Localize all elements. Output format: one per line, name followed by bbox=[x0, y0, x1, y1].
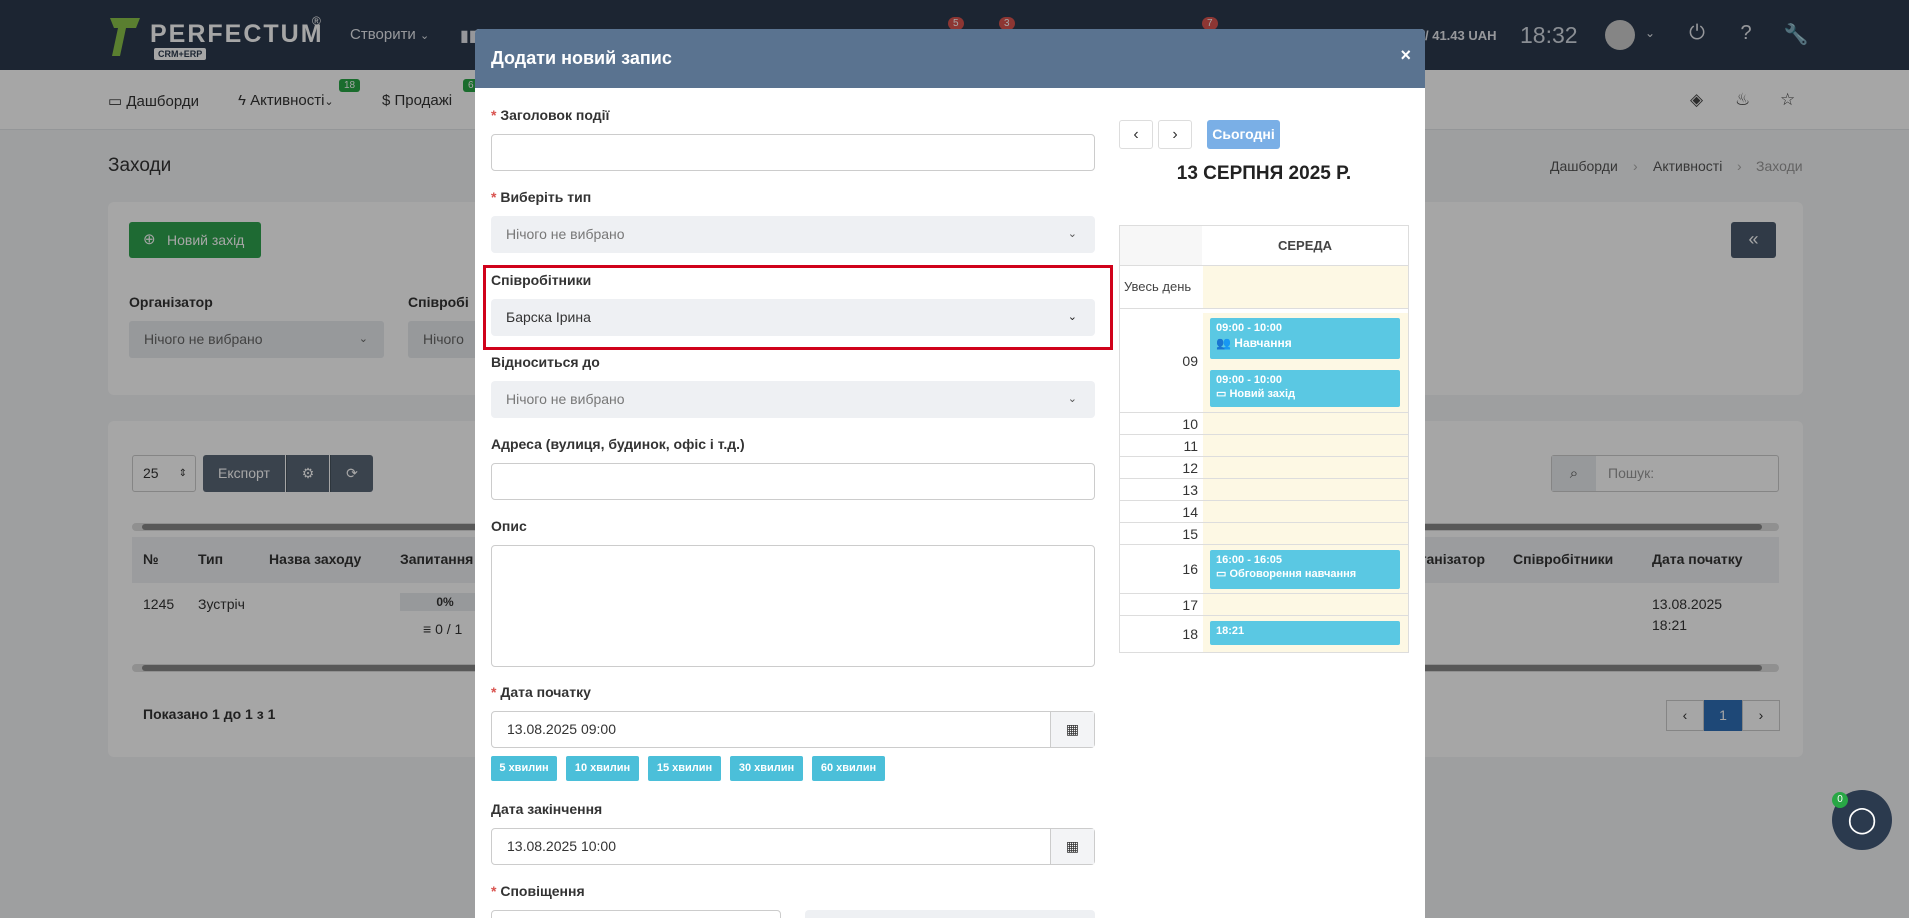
end-date-input[interactable]: 13.08.2025 10:00 ▦ bbox=[491, 828, 1095, 865]
calendar-corner bbox=[1120, 226, 1202, 266]
address-label: Адреса (вулиця, будинок, офіс і т.д.) bbox=[491, 436, 745, 452]
calendar-title: 13 СЕРПНЯ 2025 Р. bbox=[1176, 163, 1352, 184]
calendar-today-button[interactable]: Сьогодні bbox=[1207, 120, 1280, 149]
calendar-hour-label: 11 bbox=[1183, 438, 1198, 454]
event-title-label-text: Заголовок події bbox=[500, 107, 610, 123]
modal-title: Додати новий запис bbox=[491, 48, 672, 68]
calendar-day-header: СЕРЕДА bbox=[1202, 226, 1408, 266]
quick-15-min-button[interactable]: 15 хвилин bbox=[648, 756, 721, 781]
end-date-label: Дата закінчення bbox=[491, 801, 603, 817]
type-select[interactable]: Нічого не вибрано ⌄ bbox=[491, 216, 1095, 253]
calendar-hour-cell[interactable] bbox=[1203, 413, 1408, 434]
calendar-event[interactable]: 09:00 - 10:00 ▭ Новий захід bbox=[1210, 370, 1400, 407]
users-icon: 👥 bbox=[1216, 336, 1231, 350]
calendar-icon: ▭ bbox=[1216, 388, 1227, 400]
modal-header: Додати новий запис × bbox=[475, 29, 1425, 88]
notifications-label: * Сповіщення bbox=[491, 883, 585, 899]
calendar-hour-row[interactable]: 11 bbox=[1120, 435, 1408, 457]
calendar-hour-row[interactable]: 15 bbox=[1120, 523, 1408, 545]
calendar-allday-cell[interactable] bbox=[1203, 266, 1408, 308]
calendar-icon[interactable]: ▦ bbox=[1050, 712, 1094, 747]
calendar-grid: СЕРЕДА Увесь день 09 09:00 - 10:00 👥 Нав… bbox=[1119, 225, 1409, 653]
calendar-hour-cell[interactable] bbox=[1203, 457, 1408, 478]
quick-10-min-button[interactable]: 10 хвилин bbox=[566, 756, 639, 781]
description-label: Опис bbox=[491, 518, 527, 534]
calendar-event[interactable]: 16:00 - 16:05 ▭ Обговорення навчання bbox=[1210, 550, 1400, 589]
chat-bubble-icon: ◯ bbox=[1847, 804, 1877, 834]
calendar-icon: ▭ bbox=[1216, 568, 1227, 580]
calendar-hour-label: 18 bbox=[1182, 626, 1198, 642]
calendar-allday-row[interactable]: Увесь день bbox=[1120, 266, 1408, 309]
event-title: Обговорення навчання bbox=[1229, 568, 1357, 580]
event-time: 09:00 - 10:00 bbox=[1216, 322, 1283, 334]
calendar-hour-cell[interactable] bbox=[1203, 523, 1408, 544]
notifications-input[interactable] bbox=[491, 910, 781, 918]
start-date-label-text: Дата початку bbox=[500, 684, 591, 700]
event-title-input[interactable] bbox=[491, 134, 1095, 171]
chevron-down-icon: ⌄ bbox=[1067, 311, 1077, 323]
event-title: Навчання bbox=[1234, 336, 1292, 350]
calendar-hour-label: 10 bbox=[1182, 416, 1198, 432]
event-time: 16:00 - 16:05 bbox=[1216, 554, 1283, 566]
event-time: 09:00 - 10:00 bbox=[1216, 374, 1283, 386]
chevron-down-icon: ⌄ bbox=[1067, 228, 1077, 240]
quick-60-min-button[interactable]: 60 хвилин bbox=[812, 756, 885, 781]
employees-label: Співробітники bbox=[491, 272, 592, 288]
calendar-hour-row[interactable]: 09 09:00 - 10:00 👥 Навчання 09:00 - 10:0… bbox=[1120, 313, 1408, 413]
employees-select[interactable]: Барска Ірина ⌄ bbox=[491, 299, 1095, 336]
employees-select-value: Барска Ірина bbox=[506, 309, 591, 325]
calendar-hour-row[interactable]: 18 18:21 bbox=[1120, 616, 1408, 652]
calendar-hour-label: 14 bbox=[1182, 504, 1198, 520]
calendar-hour-label: 12 bbox=[1182, 460, 1198, 476]
calendar-hour-cell[interactable] bbox=[1203, 435, 1408, 456]
calendar-event[interactable]: 18:21 bbox=[1210, 621, 1400, 645]
calendar-prev-button[interactable]: ‹ bbox=[1119, 120, 1153, 149]
close-icon[interactable]: × bbox=[1400, 45, 1411, 66]
start-date-label: * Дата початку bbox=[491, 684, 591, 700]
calendar-hour-label: 13 bbox=[1182, 482, 1198, 498]
calendar-hour-row[interactable]: 12 bbox=[1120, 457, 1408, 479]
description-textarea[interactable] bbox=[491, 545, 1095, 667]
event-title: Новий захід bbox=[1229, 388, 1296, 400]
calendar-hour-label: 15 bbox=[1182, 526, 1198, 542]
type-label-text: Виберіть тип bbox=[500, 189, 592, 205]
calendar-hour-row[interactable]: 16 16:00 - 16:05 ▭ Обговорення навчання bbox=[1120, 545, 1408, 594]
quick-30-min-button[interactable]: 30 хвилин bbox=[730, 756, 803, 781]
calendar-hour-row[interactable]: 17 bbox=[1120, 594, 1408, 616]
related-label: Відноситься до bbox=[491, 354, 600, 370]
calendar-hour-row[interactable]: 14 bbox=[1120, 501, 1408, 523]
notifications-label-text: Сповіщення bbox=[500, 883, 585, 899]
type-select-value: Нічого не вибрано bbox=[506, 226, 625, 242]
event-title-label: * Заголовок події bbox=[491, 107, 610, 123]
calendar-hour-label: 09 bbox=[1182, 353, 1198, 369]
add-record-modal: Додати новий запис × * Заголовок події *… bbox=[475, 29, 1425, 918]
calendar-hour-cell[interactable] bbox=[1203, 501, 1408, 522]
notifications-select[interactable] bbox=[805, 910, 1095, 918]
calendar-hour-label: 16 bbox=[1182, 561, 1198, 577]
type-label: * Виберіть тип bbox=[491, 189, 592, 205]
calendar-hour-cell[interactable] bbox=[1203, 594, 1408, 615]
address-input[interactable] bbox=[491, 463, 1095, 500]
event-time: 18:21 bbox=[1216, 625, 1245, 637]
calendar-hour-cell[interactable] bbox=[1203, 479, 1408, 500]
chevron-down-icon: ⌄ bbox=[1067, 393, 1077, 405]
related-select-value: Нічого не вибрано bbox=[506, 391, 625, 407]
calendar-event[interactable]: 09:00 - 10:00 👥 Навчання bbox=[1210, 318, 1400, 359]
quick-5-min-button[interactable]: 5 хвилин bbox=[491, 756, 557, 781]
start-date-input[interactable]: 13.08.2025 09:00 ▦ bbox=[491, 711, 1095, 748]
start-date-value: 13.08.2025 09:00 bbox=[507, 721, 616, 737]
calendar-next-button[interactable]: › bbox=[1158, 120, 1192, 149]
calendar-hour-row[interactable]: 13 bbox=[1120, 479, 1408, 501]
related-select[interactable]: Нічого не вибрано ⌄ bbox=[491, 381, 1095, 418]
calendar-hour-label: 17 bbox=[1182, 597, 1198, 613]
calendar-hour-row[interactable]: 10 bbox=[1120, 413, 1408, 435]
chat-badge: 0 bbox=[1832, 792, 1848, 808]
end-date-value: 13.08.2025 10:00 bbox=[507, 838, 616, 854]
calendar-icon[interactable]: ▦ bbox=[1050, 829, 1094, 864]
calendar-allday-label: Увесь день bbox=[1124, 279, 1192, 294]
